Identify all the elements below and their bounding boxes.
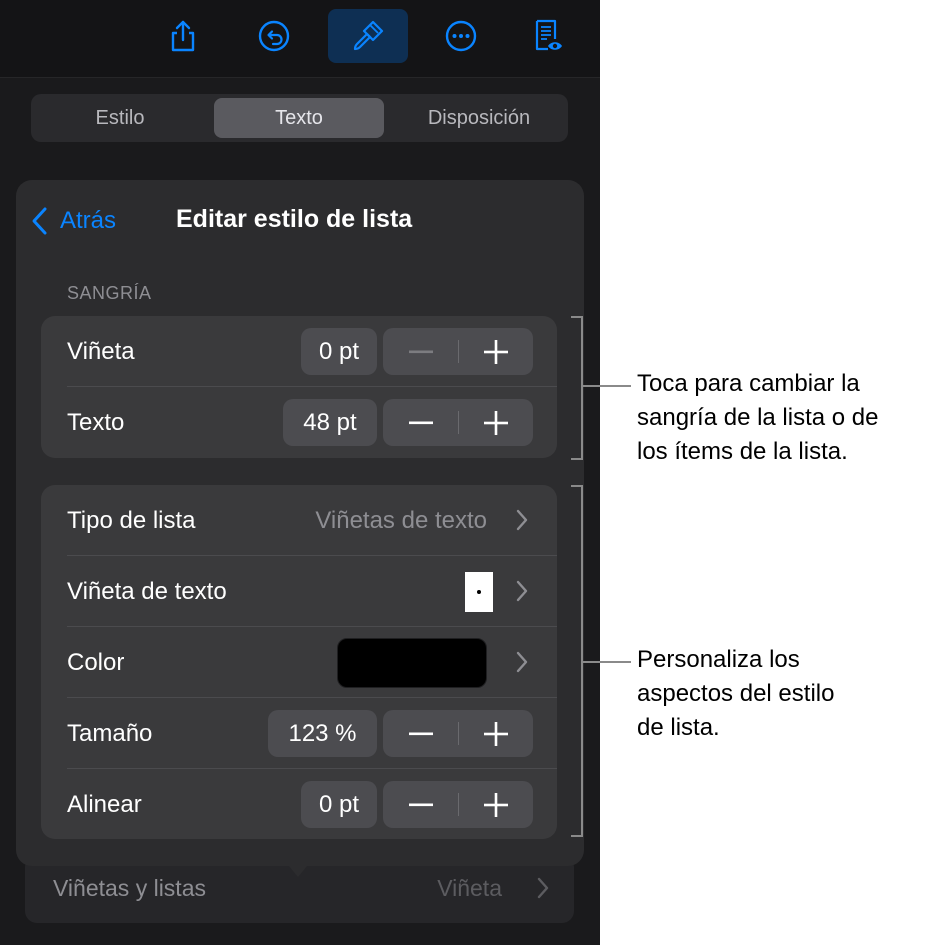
- color-label: Color: [67, 649, 125, 676]
- text-indent-value[interactable]: 48 pt: [283, 399, 377, 446]
- reading-view-icon: [535, 19, 562, 51]
- bullet-indent-label: Viñeta: [67, 338, 135, 365]
- text-indent-row: Texto 48 pt: [41, 387, 557, 458]
- list-type-label: Tipo de lista: [67, 507, 196, 534]
- text-bullet-row[interactable]: Viñeta de texto: [41, 556, 557, 627]
- size-stepper: [383, 710, 533, 757]
- chevron-right-icon: [516, 651, 528, 673]
- indent-group: Viñeta 0 pt Texto 48 pt: [41, 316, 557, 458]
- size-decrease-button[interactable]: [383, 710, 458, 757]
- list-type-value: Viñetas de texto: [315, 507, 487, 534]
- text-indent-stepper: [383, 399, 533, 446]
- style-bracket: [571, 485, 583, 837]
- indent-leader-line: [583, 385, 631, 387]
- reading-view-button[interactable]: [508, 9, 588, 63]
- align-increase-button[interactable]: [458, 781, 533, 828]
- undo-button[interactable]: [234, 9, 314, 63]
- style-callout: Personaliza los aspectos del estilo de l…: [637, 643, 937, 745]
- undo-icon: [258, 20, 290, 52]
- minus-icon: [408, 732, 433, 735]
- plus-icon: [483, 721, 508, 746]
- chevron-right-icon: [516, 509, 528, 531]
- share-button[interactable]: [143, 9, 223, 63]
- toolbar: [0, 0, 600, 78]
- bullet-indent-stepper: [383, 328, 533, 375]
- chevron-right-icon: [516, 580, 528, 602]
- align-row: Alinear 0 pt: [41, 769, 557, 840]
- minus-icon: [408, 803, 433, 806]
- format-brush-icon: [353, 20, 384, 51]
- bullet-indent-row: Viñeta 0 pt: [41, 316, 557, 387]
- indent-callout-line-2: sangría de la lista o de: [637, 404, 879, 431]
- color-swatch[interactable]: [337, 638, 487, 688]
- format-button[interactable]: [328, 9, 408, 63]
- size-label: Tamaño: [67, 720, 153, 747]
- back-label: Atrás: [60, 207, 117, 234]
- bullet-preview: [465, 572, 493, 612]
- chevron-right-icon: [537, 877, 549, 899]
- more-icon: [445, 20, 477, 52]
- align-stepper: [383, 781, 533, 828]
- bullet-indent-increase-button[interactable]: [458, 328, 533, 375]
- color-row[interactable]: Color: [41, 627, 557, 698]
- indent-callout: Toca para cambiar la sangría de la lista…: [637, 367, 937, 469]
- list-type-row[interactable]: Tipo de lista Viñetas de texto: [41, 485, 557, 556]
- bullets-and-lists-value: Viñeta: [437, 875, 502, 901]
- plus-icon: [483, 410, 508, 435]
- indent-bracket: [571, 316, 583, 460]
- back-button[interactable]: Atrás: [30, 206, 116, 236]
- plus-icon: [483, 339, 508, 364]
- text-bullet-label: Viñeta de texto: [67, 578, 227, 605]
- tab-disposicion[interactable]: Disposición: [394, 98, 564, 138]
- size-value[interactable]: 123 %: [268, 710, 377, 757]
- ipad-sidebar-screen: Estilo Texto Disposición Viñetas y lista…: [0, 0, 600, 945]
- align-label: Alinear: [67, 791, 142, 818]
- style-leader-line: [583, 661, 631, 663]
- minus-icon: [408, 350, 433, 353]
- tab-estilo[interactable]: Estilo: [35, 98, 205, 138]
- minus-icon: [408, 421, 433, 424]
- popover-title: Editar estilo de lista: [176, 205, 413, 233]
- style-callout-line-1: Personaliza los: [637, 646, 800, 673]
- style-callout-line-2: aspectos del estilo: [637, 680, 835, 707]
- format-tabs: Estilo Texto Disposición: [31, 94, 568, 142]
- style-callout-line-3: de lista.: [637, 714, 720, 741]
- text-indent-label: Texto: [67, 409, 125, 436]
- bullet-indent-value[interactable]: 0 pt: [301, 328, 377, 375]
- text-indent-decrease-button[interactable]: [383, 399, 458, 446]
- indent-section-label: SANGRÍA: [67, 283, 152, 303]
- more-button[interactable]: [421, 9, 501, 63]
- chevron-left-icon: [32, 207, 47, 235]
- align-value[interactable]: 0 pt: [301, 781, 377, 828]
- align-decrease-button[interactable]: [383, 781, 458, 828]
- tab-texto[interactable]: Texto: [214, 98, 384, 138]
- text-indent-increase-button[interactable]: [458, 399, 533, 446]
- list-style-group: Tipo de lista Viñetas de texto Viñeta de…: [41, 485, 557, 839]
- size-increase-button[interactable]: [458, 710, 533, 757]
- bullets-and-lists-label: Viñetas y listas: [53, 875, 206, 901]
- bullet-indent-decrease-button[interactable]: [383, 328, 458, 375]
- indent-callout-line-1: Toca para cambiar la: [637, 370, 860, 397]
- plus-icon: [483, 792, 508, 817]
- share-icon: [171, 20, 195, 52]
- size-row: Tamaño 123 %: [41, 698, 557, 769]
- indent-callout-line-3: los ítems de la lista.: [637, 438, 848, 465]
